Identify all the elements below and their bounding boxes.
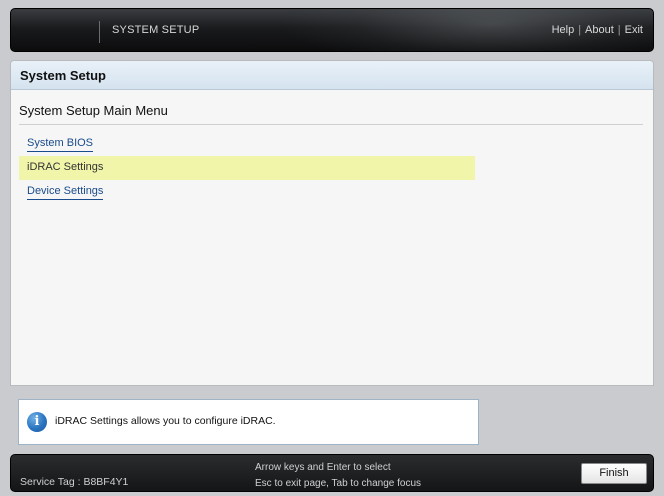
title-divider — [19, 124, 643, 125]
menu-item-system-bios[interactable]: System BIOS — [19, 132, 475, 156]
menu-item-label[interactable]: Device Settings — [27, 185, 104, 200]
footer-bar: Service Tag : B8BF4Y1 Arrow keys and Ent… — [10, 454, 654, 492]
app-title: SYSTEM SETUP — [112, 24, 200, 36]
header-links: Help | About | Exit — [552, 24, 643, 36]
service-tag: Service Tag : B8BF4Y1 — [20, 476, 128, 488]
help-text: iDRAC Settings allows you to configure i… — [55, 415, 276, 427]
panel-heading: System Setup — [11, 61, 653, 90]
finish-button[interactable]: Finish — [581, 463, 647, 484]
page-title: System Setup Main Menu — [19, 103, 168, 118]
help-info-box: i iDRAC Settings allows you to configure… — [18, 399, 479, 445]
menu-item-device-settings[interactable]: Device Settings — [19, 180, 475, 204]
menu-item-label[interactable]: System BIOS — [27, 137, 94, 152]
link-separator: | — [578, 24, 582, 36]
hint-line-2: Esc to exit page, Tab to change focus — [255, 478, 422, 489]
help-link[interactable]: Help — [552, 24, 575, 36]
header-divider — [99, 21, 100, 43]
about-link[interactable]: About — [585, 24, 614, 36]
service-tag-label: Service Tag : — [20, 476, 81, 488]
info-icon: i — [27, 412, 47, 432]
header-bar: SYSTEM SETUP Help | About | Exit — [10, 8, 654, 52]
service-tag-value: B8BF4Y1 — [83, 476, 129, 488]
exit-link[interactable]: Exit — [625, 24, 643, 36]
main-panel: System Setup System Setup Main Menu Syst… — [10, 60, 654, 386]
menu-item-idrac-settings[interactable]: iDRAC Settings — [19, 156, 475, 180]
system-setup-window: SYSTEM SETUP Help | About | Exit System … — [0, 0, 664, 496]
hint-line-1: Arrow keys and Enter to select — [255, 462, 391, 473]
link-separator: | — [617, 24, 621, 36]
navigation-hint: Arrow keys and Enter to select Esc to ex… — [255, 460, 421, 492]
menu-item-label[interactable]: iDRAC Settings — [27, 161, 103, 175]
